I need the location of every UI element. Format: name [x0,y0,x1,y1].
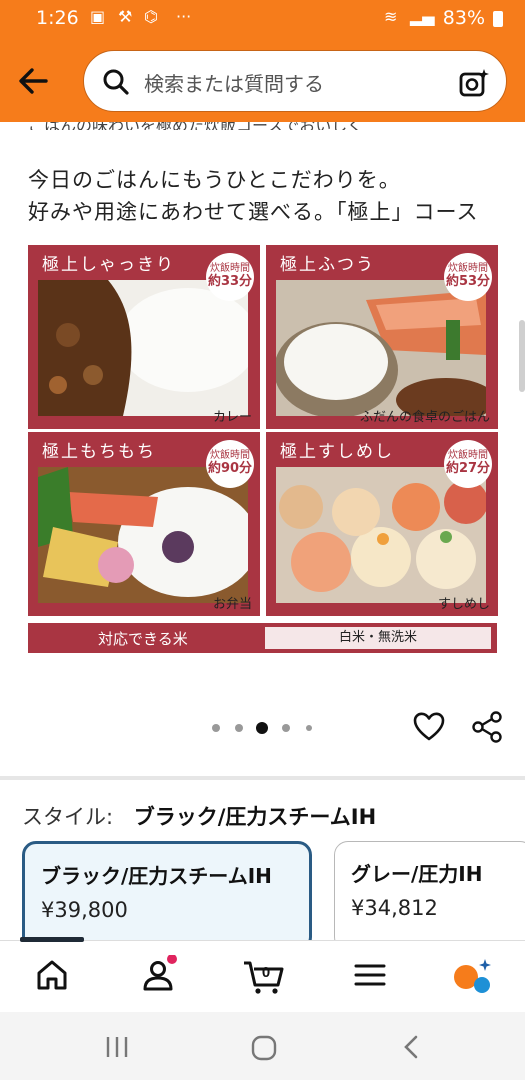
scroll-indicator [519,320,525,392]
search-icon [103,69,129,95]
camera-search-icon[interactable] [458,67,490,99]
photo-caption: ふだんの食卓のごはん [359,410,490,425]
back-arrow-icon [19,68,48,94]
signal-icon: ▂▄ [410,7,435,26]
carousel-dot[interactable] [235,724,243,732]
bento-photo [38,467,248,603]
home-system-icon[interactable] [250,1034,278,1062]
compatible-rice-row: 対応できる米 白米・無洗米 [28,623,497,653]
curry-rice-photo [38,280,248,416]
course-tile-futsuu: 極上ふつう 炊飯時間 約53分 ふだんの食卓のごはん [266,245,498,429]
hero-headline: 今日のごはんにもうひとこだわりを。 好みや用途にあわせて選べる。「極上」コース [28,164,478,228]
share-button[interactable] [470,710,504,744]
app-header: 1:26 ▣ ⚒ ⌬ ··· ≋ ▂▄ 83% 検索または質問する [0,0,525,122]
menu-icon [354,964,386,986]
temari-sushi-photo [276,467,486,603]
compatible-rice-label: 対応できる米 [98,630,188,648]
compatible-rice-value: 白米・無洗米 [265,627,491,649]
carousel-dot[interactable] [282,724,290,732]
heart-icon [413,712,445,741]
style-option-black[interactable]: ブラック/圧力スチームIH ¥39,800 [22,841,312,951]
style-selected-value: ブラック/圧力スチームIH [133,805,377,829]
system-navigation-bar [0,1012,525,1080]
course-name: 極上ふつう [280,255,375,275]
style-option-name: グレー/圧力IH [351,862,483,886]
course-name: 極上もちもち [42,442,156,462]
course-tile-sushimeshi: 極上すしめし 炊飯時間 約27分 すしめし [266,432,498,616]
battery-icon [493,11,503,27]
style-option-price: ¥39,800 [41,898,128,922]
style-option-name: ブラック/圧力スチームIH [41,864,272,888]
user-icon [143,954,177,991]
cook-time-badge: 炊飯時間 約53分 [444,253,492,301]
nav-account[interactable] [138,954,178,995]
assistant-icon [454,959,491,993]
photo-caption: すしめし [437,597,490,612]
course-tile-mochimochi: 極上もちもち 炊飯時間 約90分 お弁当 [28,432,260,616]
nav-menu[interactable] [350,955,390,995]
cart-icon: 0 [244,961,284,994]
badge-time: 約90分 [207,461,253,476]
cart-count: 0 [262,964,270,981]
daily-meal-photo [276,280,486,416]
back-system-icon[interactable] [400,1034,424,1060]
search-input[interactable]: 検索または質問する [83,50,507,112]
clipped-caption: ごはんの味わいを極めた炊飯コースでおいしく [28,122,498,130]
photo-caption: カレー [212,410,252,425]
bottom-navigation: 0 [0,937,525,1012]
search-placeholder: 検索または質問する [144,72,324,96]
badge-time: 約27分 [445,461,491,476]
nav-cart[interactable]: 0 [242,955,286,995]
gallery-icon: ▣ [90,7,106,26]
share-icon [472,711,502,743]
data-saver-icon: ⌬ [144,7,158,26]
badge-time: 約53分 [445,274,491,289]
carousel-dot[interactable] [306,725,312,731]
nav-rufus-assistant[interactable] [450,955,491,995]
course-name: 極上すしめし [280,442,394,462]
more-notifications-icon: ··· [176,7,192,26]
course-name: 極上しゃっきり [42,255,175,275]
active-tab-indicator [20,937,84,942]
app-notification-icon: ⚒ [118,7,133,26]
status-bar: 1:26 ▣ ⚒ ⌬ ··· ≋ ▂▄ 83% [0,0,525,38]
course-tile-shakkiri: 極上しゃっきり 炊飯時間 約33分 カレー [28,245,260,429]
carousel-dot[interactable] [212,724,220,732]
photo-caption: お弁当 [212,597,252,612]
cook-time-badge: 炊飯時間 約33分 [206,253,254,301]
wifi-icon: ≋ [384,7,398,26]
section-divider [0,776,525,780]
home-icon [37,960,67,990]
style-option-price: ¥34,812 [351,896,438,920]
hero-headline-line2: 好みや用途にあわせて選べる。「極上」コース [28,200,479,224]
back-button[interactable] [14,62,52,100]
wishlist-button[interactable] [412,710,446,744]
status-time: 1:26 [36,7,79,29]
badge-time: 約33分 [207,274,253,289]
style-label: スタイル: [22,805,114,829]
cook-time-badge: 炊飯時間 約27分 [444,440,492,488]
style-option-gray[interactable]: グレー/圧力IH ¥34,812 [334,841,525,951]
battery-level: 83% [442,7,485,29]
style-selector-label: スタイル: ブラック/圧力スチームIH [22,801,376,831]
cook-time-badge: 炊飯時間 約90分 [206,440,254,488]
recent-apps-icon[interactable] [104,1034,130,1060]
product-image[interactable]: ごはんの味わいを極めた炊飯コースでおいしく 今日のごはんにもうひとこだわりを。 … [0,122,525,682]
carousel-dot-active[interactable] [256,722,268,734]
nav-home[interactable] [32,955,72,995]
hero-headline-line1: 今日のごはんにもうひとこだわりを。 [28,168,401,192]
